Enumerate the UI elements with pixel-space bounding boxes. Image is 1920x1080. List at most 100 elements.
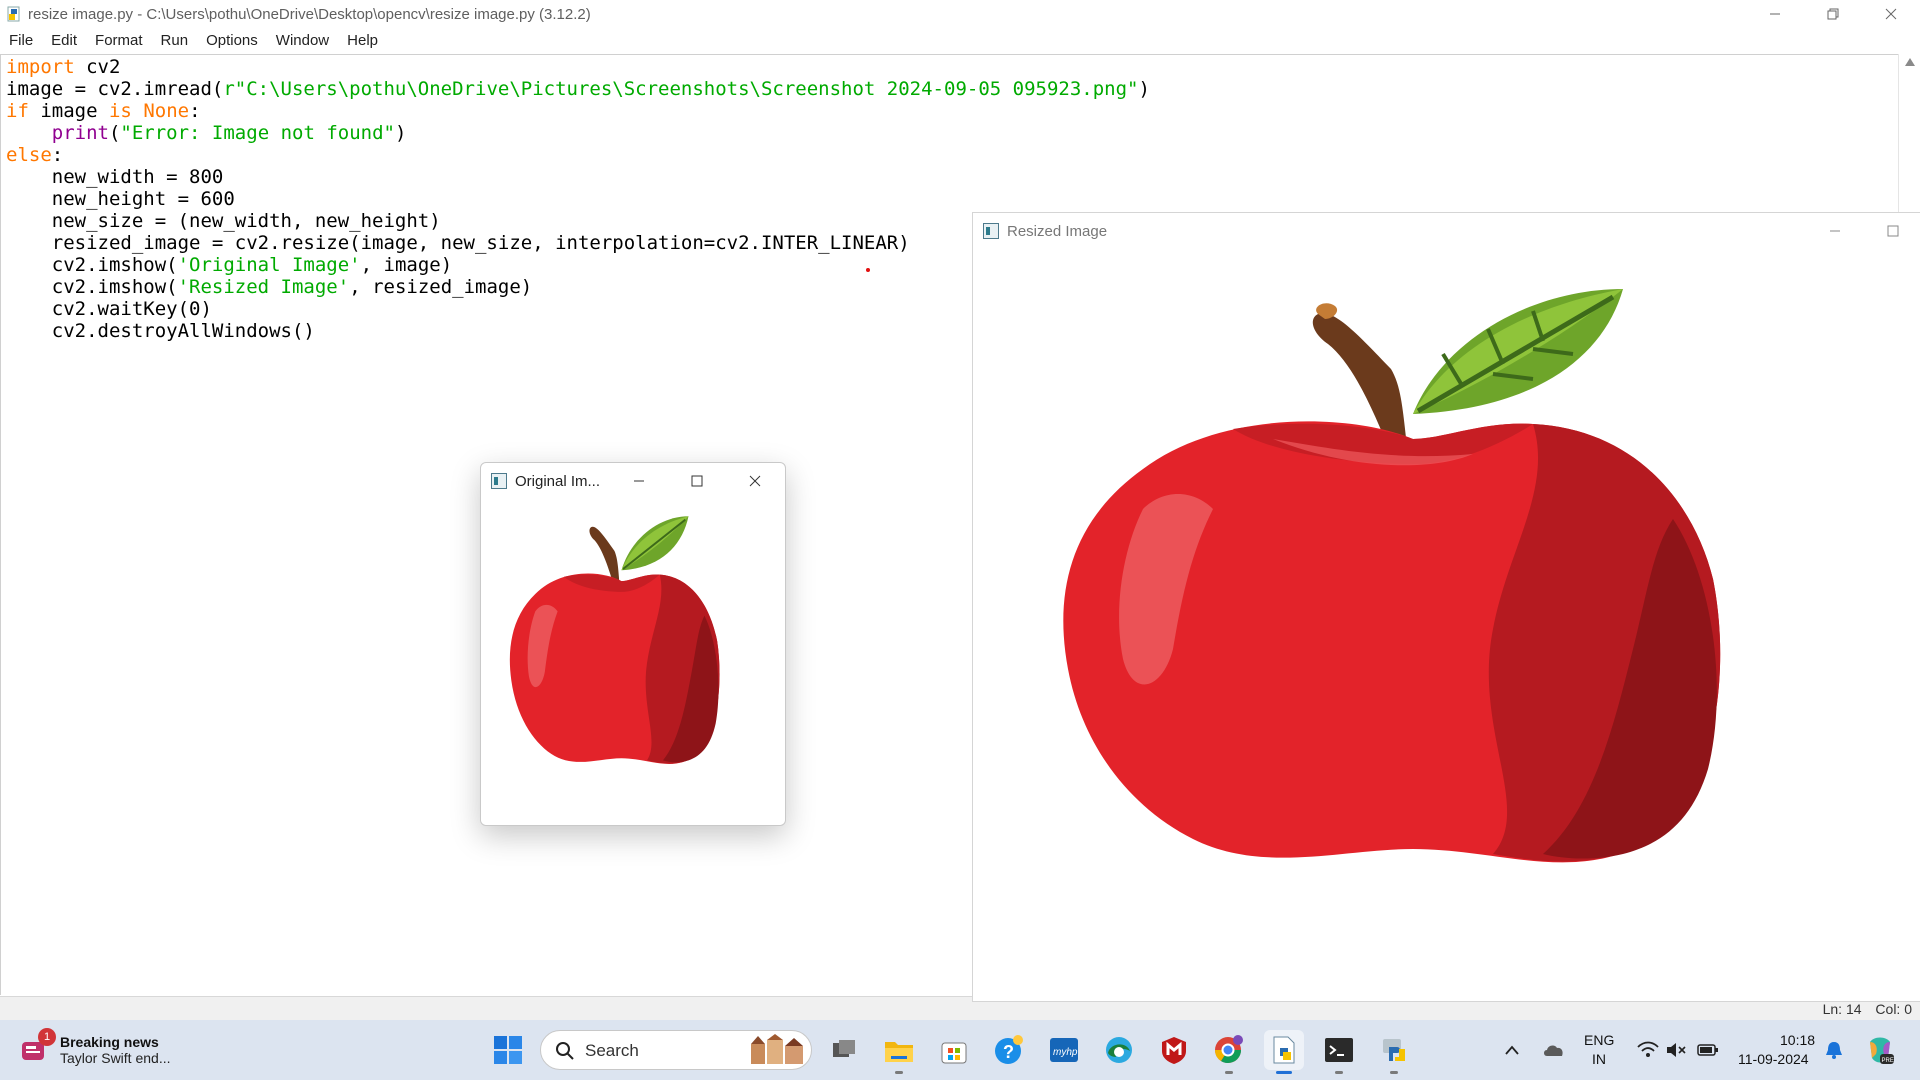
menu-edit[interactable]: Edit bbox=[42, 29, 86, 53]
resized-image bbox=[973, 249, 1920, 1001]
menu-format[interactable]: Format bbox=[86, 29, 152, 53]
code-token: image bbox=[28, 100, 109, 122]
bell-icon bbox=[1826, 1042, 1842, 1059]
taskbar-edge[interactable] bbox=[1099, 1030, 1139, 1070]
battery-icon bbox=[1697, 1044, 1718, 1056]
news-headline: Breaking news bbox=[60, 1034, 159, 1050]
taskbar-search[interactable]: Search bbox=[540, 1030, 812, 1070]
clock-date[interactable]: 11-09-2024 bbox=[1738, 1051, 1809, 1067]
code-token: if bbox=[6, 100, 29, 122]
edge-browser-icon bbox=[1106, 1037, 1132, 1063]
copilot-button[interactable]: PRE bbox=[1860, 1030, 1900, 1070]
svg-text:myhp: myhp bbox=[1053, 1047, 1078, 1058]
code-line[interactable]: new_height = 600 bbox=[6, 188, 1150, 210]
status-col: Col: 0 bbox=[1875, 1001, 1912, 1017]
close-button[interactable] bbox=[727, 463, 783, 499]
running-indicator bbox=[1390, 1071, 1398, 1074]
resized-window-title: Resized Image bbox=[1007, 222, 1108, 240]
running-indicator bbox=[1276, 1071, 1292, 1074]
menu-run[interactable]: Run bbox=[152, 29, 198, 53]
task-view-icon bbox=[833, 1040, 855, 1057]
taskbar-mcafee[interactable] bbox=[1154, 1030, 1194, 1070]
windows-start-icon bbox=[494, 1036, 522, 1064]
minimize-icon bbox=[1830, 230, 1840, 232]
code-line[interactable]: import cv2 bbox=[6, 56, 1150, 78]
running-indicator bbox=[1225, 1071, 1233, 1074]
code-token: cv2.destroyAllWindows() bbox=[6, 320, 315, 342]
taskbar-chrome[interactable] bbox=[1209, 1030, 1249, 1074]
taskbar-store[interactable] bbox=[934, 1030, 974, 1070]
taskbar-file-explorer[interactable] bbox=[879, 1030, 919, 1074]
status-line: Ln: 14 bbox=[1822, 1001, 1862, 1017]
taskbar-idle-editor[interactable] bbox=[1264, 1030, 1304, 1074]
code-token: , image) bbox=[360, 254, 453, 276]
code-token: else bbox=[6, 144, 52, 166]
taskbar-myhp[interactable]: myhp bbox=[1044, 1030, 1084, 1070]
code-token: new_width = 800 bbox=[6, 166, 224, 188]
news-widget[interactable]: 1 Breaking news Taylor Swift end... bbox=[20, 1028, 220, 1072]
cloud-icon bbox=[1544, 1045, 1563, 1056]
maximize-button[interactable] bbox=[1865, 213, 1920, 249]
chrome-icon bbox=[1214, 1035, 1243, 1064]
copilot-icon: PRE bbox=[1870, 1037, 1894, 1064]
minimize-icon bbox=[634, 480, 644, 482]
original-window-title: Original Im... bbox=[515, 472, 601, 490]
resized-image-window[interactable]: Resized Image bbox=[972, 212, 1920, 1002]
original-window-titlebar[interactable]: Original Im... bbox=[481, 463, 785, 499]
language-indicator-bottom[interactable]: IN bbox=[1592, 1051, 1606, 1067]
close-icon bbox=[749, 475, 761, 487]
onedrive-tray[interactable] bbox=[1534, 1030, 1574, 1070]
python-file-icon bbox=[6, 6, 22, 22]
start-button[interactable] bbox=[488, 1030, 528, 1070]
code-token: : bbox=[51, 144, 64, 166]
svg-text:PRE: PRE bbox=[1882, 1058, 1894, 1064]
minimize-button[interactable] bbox=[611, 463, 667, 499]
taskbar-get-help[interactable]: ? bbox=[989, 1030, 1029, 1070]
menu-bar: File Edit Format Run Options Window Help bbox=[0, 29, 1920, 53]
cursor-marker bbox=[866, 268, 870, 272]
code-line[interactable]: new_width = 800 bbox=[6, 166, 1150, 188]
restore-button[interactable] bbox=[1804, 0, 1862, 28]
scroll-up-icon[interactable] bbox=[1905, 58, 1915, 66]
menu-help[interactable]: Help bbox=[338, 29, 387, 53]
search-label: Search bbox=[585, 1041, 639, 1060]
notifications-button[interactable] bbox=[1814, 1030, 1854, 1070]
menu-window[interactable]: Window bbox=[267, 29, 338, 53]
code-token: import bbox=[6, 56, 75, 78]
minimize-button[interactable] bbox=[1807, 213, 1863, 249]
menu-options[interactable]: Options bbox=[197, 29, 267, 53]
taskbar: 1 Breaking news Taylor Swift end... Sear… bbox=[0, 1020, 1920, 1080]
code-line[interactable]: print("Error: Image not found") bbox=[6, 122, 1150, 144]
resized-window-titlebar[interactable]: Resized Image bbox=[973, 213, 1920, 249]
chevron-up-icon bbox=[1505, 1045, 1519, 1055]
task-view-button[interactable] bbox=[824, 1030, 864, 1070]
news-badge: 1 bbox=[38, 1028, 56, 1046]
taskbar-python[interactable] bbox=[1374, 1030, 1414, 1074]
battery-tray[interactable] bbox=[1688, 1030, 1728, 1070]
help-icon: ? bbox=[995, 1035, 1023, 1064]
menu-file[interactable]: File bbox=[0, 29, 42, 53]
maximize-button[interactable] bbox=[669, 463, 725, 499]
code-token: ) bbox=[394, 122, 407, 144]
clock-time[interactable]: 10:18 bbox=[1780, 1032, 1815, 1048]
code-token: ( bbox=[108, 122, 121, 144]
language-indicator-top[interactable]: ENG bbox=[1584, 1032, 1614, 1048]
code-line[interactable]: if image is None: bbox=[6, 100, 1150, 122]
show-hidden-icons-button[interactable] bbox=[1492, 1030, 1532, 1070]
window-title: resize image.py - C:\Users\pothu\OneDriv… bbox=[28, 5, 591, 23]
code-token: , resized_image) bbox=[349, 276, 533, 298]
myhp-icon: myhp bbox=[1050, 1038, 1078, 1062]
minimize-button[interactable] bbox=[1746, 0, 1804, 28]
maximize-icon bbox=[1887, 225, 1899, 237]
close-button[interactable] bbox=[1862, 0, 1920, 28]
maximize-icon bbox=[691, 475, 703, 487]
taskbar-terminal[interactable] bbox=[1319, 1030, 1359, 1074]
original-image-window[interactable]: Original Im... bbox=[480, 462, 786, 826]
code-line[interactable]: image = cv2.imread(r"C:\Users\pothu\OneD… bbox=[6, 78, 1150, 100]
news-icon: 1 bbox=[20, 1028, 56, 1064]
code-line[interactable]: else: bbox=[6, 144, 1150, 166]
code-token: 'Original Image' bbox=[177, 254, 361, 276]
code-token: None bbox=[143, 100, 190, 122]
